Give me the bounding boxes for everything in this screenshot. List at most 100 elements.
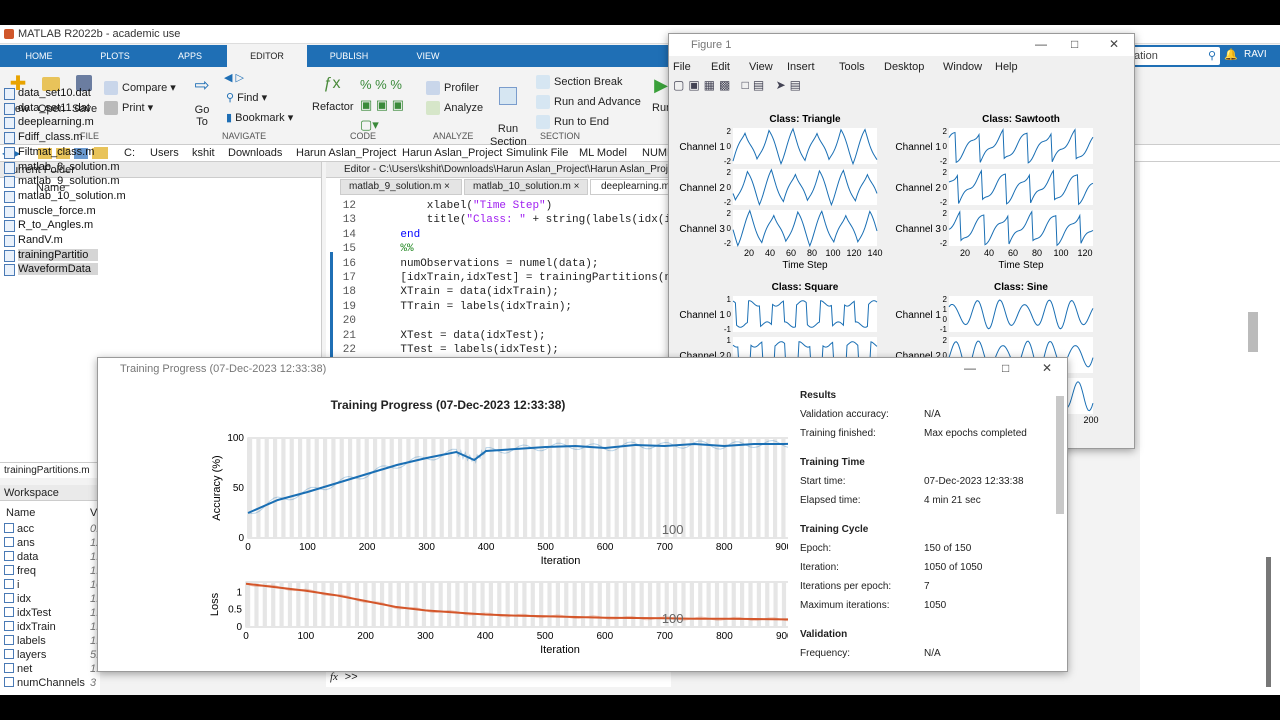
code-line[interactable]: xlabel("Time Step") <box>374 200 552 212</box>
figure-menu-item[interactable]: Tools <box>839 61 865 73</box>
crumb[interactable]: kshit <box>192 147 215 159</box>
crumb[interactable]: Downloads <box>228 147 282 159</box>
close-button[interactable]: ✕ <box>1109 37 1119 51</box>
tab-editor[interactable]: EDITOR <box>227 45 307 67</box>
file-item[interactable]: Fdiff_class.m <box>4 131 83 145</box>
goto-button[interactable]: ⇨ Go To <box>188 75 216 128</box>
code-line[interactable]: TTest = labels(idxTest); <box>374 344 558 356</box>
figure-menu-item[interactable]: Desktop <box>884 61 924 73</box>
elapsed-label: Elapsed time: <box>800 495 861 506</box>
editor-tab[interactable]: matlab_10_solution.m × <box>464 179 588 195</box>
editor-tab[interactable]: matlab_9_solution.m × <box>340 179 462 195</box>
variable-row[interactable]: idxTrain 1. <box>4 621 100 633</box>
tab-plots[interactable]: PLOTS <box>85 45 145 67</box>
code-line[interactable]: end <box>374 229 420 241</box>
crumb[interactable]: Users <box>150 147 179 159</box>
file-item[interactable]: trainingPartitio <box>4 248 98 262</box>
code-line[interactable]: numObservations = numel(data); <box>374 258 598 270</box>
epoch-band <box>548 438 553 538</box>
file-item[interactable]: WaveformData <box>4 263 98 277</box>
variable-row[interactable]: idxTest 1. <box>4 607 100 619</box>
file-item[interactable]: Filtmat_class.m <box>4 146 94 159</box>
editor-tab-active[interactable]: deeplearning.m <box>590 179 671 195</box>
epoch-band <box>356 438 361 538</box>
maximize-button[interactable]: □ <box>1071 37 1078 51</box>
file-item[interactable]: RandV.m <box>4 234 63 247</box>
variable-row[interactable]: layers 5. <box>4 649 100 661</box>
x-tick-label: 40 <box>765 248 775 258</box>
variable-row[interactable]: i10 <box>4 579 102 591</box>
bookmark-button[interactable]: ▮ Bookmark ▾ <box>226 111 293 124</box>
variable-row[interactable]: net 1. <box>4 663 100 675</box>
find-button[interactable]: ⚲ Find ▾ <box>226 91 267 104</box>
code-line[interactable]: TTrain = labels(idxTrain); <box>374 301 572 313</box>
variable-row[interactable]: freq 1. <box>4 565 100 577</box>
validation-heading: Validation <box>800 629 848 640</box>
analyze-button[interactable]: Analyze <box>426 101 483 115</box>
code-tool-icons[interactable]: % % % ▣ ▣ ▣ ▢▾ <box>360 75 404 135</box>
minimize-button[interactable]: — <box>1035 37 1047 51</box>
epoch-band <box>289 438 294 538</box>
variable-row[interactable]: ans 1x <box>4 537 102 549</box>
file-item[interactable]: data_set11.dat <box>4 102 90 115</box>
epoch-band <box>248 438 253 538</box>
subplot-title: Class: Triangle <box>769 114 841 125</box>
figure-menu-item[interactable]: Help <box>995 61 1018 73</box>
tab-publish[interactable]: PUBLISH <box>318 45 380 67</box>
figure-menu-item[interactable]: View <box>749 61 773 73</box>
variable-row[interactable]: data 1. <box>4 551 100 563</box>
code-line[interactable]: title("Class: " + string(labels(idx(i))) <box>374 214 691 226</box>
code-line[interactable]: XTest = data(idxTest); <box>374 330 545 342</box>
crumb[interactable]: Harun Aslan_Project <box>402 147 502 159</box>
scrollbar-thumb[interactable] <box>1248 312 1258 352</box>
variable-row[interactable]: labels 1. <box>4 635 100 647</box>
results-scrollbar[interactable] <box>1056 396 1064 514</box>
code-line[interactable]: %% <box>374 243 413 255</box>
file-item[interactable]: matlab_9_solution.m <box>4 175 120 189</box>
scrollbar-thumb[interactable] <box>1266 557 1271 687</box>
crumb[interactable]: C: <box>124 147 135 159</box>
bell-icon[interactable]: 🔔 <box>1224 48 1238 61</box>
back-forward-icons[interactable]: ◀ ▷ <box>224 71 244 84</box>
epoch-band <box>523 438 528 538</box>
tab-view[interactable]: VIEW <box>398 45 458 67</box>
variable-row[interactable]: acc 0. <box>4 523 100 535</box>
file-item[interactable]: matlab_10_solution.m <box>4 189 126 203</box>
crumb[interactable]: Simulink File <box>506 147 568 159</box>
tab-home[interactable]: HOME <box>10 45 68 67</box>
section-break-button[interactable]: Section Break <box>536 75 622 89</box>
figure-menu-item[interactable]: File <box>673 61 691 73</box>
close-button[interactable]: ✕ <box>1042 361 1052 375</box>
crumb[interactable]: ML Model <box>579 147 627 159</box>
profiler-button[interactable]: Profiler <box>426 81 479 95</box>
figure-menu-item[interactable]: Edit <box>711 61 730 73</box>
code-line[interactable]: XTrain = data(idxTrain); <box>374 286 558 298</box>
file-item[interactable]: muscle_force.m <box>4 205 96 218</box>
code-line[interactable]: [idxTrain,idxTest] = trainingPartitions(… <box>374 272 690 284</box>
refactor-button[interactable]: ƒx Refactor <box>312 75 354 113</box>
epoch-band <box>413 582 418 627</box>
run-advance-button[interactable]: Run and Advance <box>536 95 641 109</box>
crumb[interactable]: Harun Aslan_Project <box>296 147 396 159</box>
print-button[interactable]: Print ▾ <box>104 101 153 116</box>
file-item[interactable]: deeplearning.m <box>4 116 94 130</box>
file-name: matlab_10_solution.m <box>18 189 126 202</box>
user-name[interactable]: RAVI <box>1244 49 1267 60</box>
search-input[interactable]: ation ⚲ <box>1130 47 1220 65</box>
variable-row[interactable]: numChannels 3 <box>4 677 100 689</box>
tab-apps[interactable]: APPS <box>160 45 220 67</box>
epoch-band <box>271 582 276 627</box>
epoch-band <box>505 582 510 627</box>
variable-row[interactable]: idx 1. <box>4 593 100 605</box>
ws-name-header[interactable]: Name <box>6 507 35 519</box>
file-item[interactable]: data_set10.dat <box>4 87 91 100</box>
figure-toolbar-icons[interactable]: ▢▣▦▩ □▤ ➤▤ <box>673 78 863 94</box>
run-to-end-button[interactable]: Run to End <box>536 115 609 129</box>
compare-button[interactable]: Compare ▾ <box>104 81 176 96</box>
file-item[interactable]: matlab_8_solution.m <box>4 161 120 174</box>
maximize-button[interactable]: □ <box>1002 361 1009 375</box>
minimize-button[interactable]: — <box>964 361 976 375</box>
file-item[interactable]: R_to_Angles.m <box>4 219 93 233</box>
figure-menu-item[interactable]: Insert <box>787 61 815 73</box>
figure-menu-item[interactable]: Window <box>943 61 982 73</box>
